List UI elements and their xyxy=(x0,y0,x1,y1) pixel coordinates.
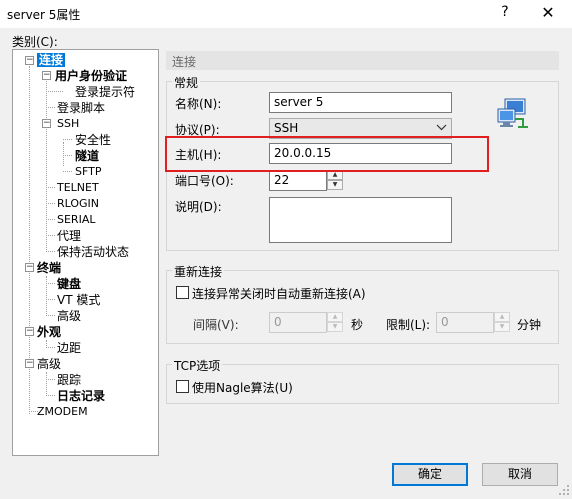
interval-field[interactable]: 0 xyxy=(269,312,327,333)
tree-item-tunnel[interactable]: 隧道 xyxy=(75,149,99,163)
tree-item-keyboard[interactable]: 键盘 xyxy=(57,277,81,291)
tree-item-ssh[interactable]: SSH xyxy=(57,117,79,131)
section-header: 连接 xyxy=(166,51,559,70)
tree-item-advanced[interactable]: 高级 xyxy=(37,357,61,371)
category-tree[interactable]: − 连接 − 用户身份验证 登录提示符 登录脚本 − SSH 安全性 隧道 SF… xyxy=(12,49,159,456)
limit-stepper[interactable]: ▲ ▼ xyxy=(494,312,510,333)
spin-down-icon[interactable]: ▼ xyxy=(327,180,343,190)
tree-item-logging[interactable]: 日志记录 xyxy=(57,389,105,403)
description-field[interactable] xyxy=(269,197,452,243)
spin-up-icon[interactable]: ▲ xyxy=(327,312,343,322)
nagle-label[interactable]: 使用Nagle算法(U) xyxy=(192,379,293,396)
tree-item-terminal[interactable]: 终端 xyxy=(37,261,61,275)
close-button[interactable]: ✕ xyxy=(537,3,559,22)
name-field[interactable]: server 5 xyxy=(269,92,452,113)
limit-field[interactable]: 0 xyxy=(436,312,494,333)
cancel-button[interactable]: 取消 xyxy=(482,463,558,486)
name-label: 名称(N): xyxy=(175,97,222,111)
collapse-icon[interactable]: − xyxy=(25,359,34,368)
tree-item-zmodem[interactable]: ZMODEM xyxy=(37,405,88,419)
resize-grip-icon[interactable] xyxy=(558,484,570,496)
tree-item-terminal-advanced[interactable]: 高级 xyxy=(57,309,81,323)
spin-down-icon[interactable]: ▼ xyxy=(327,322,343,332)
category-label: 类别(C): xyxy=(12,35,58,49)
port-stepper[interactable]: ▲ ▼ xyxy=(327,170,343,191)
auto-reconnect-label[interactable]: 连接异常关闭时自动重新连接(A) xyxy=(192,285,366,302)
help-button[interactable]: ? xyxy=(495,4,515,20)
tree-item-vt-mode[interactable]: VT 模式 xyxy=(57,293,100,307)
spin-down-icon[interactable]: ▼ xyxy=(494,322,510,332)
tree-item-login-prompt[interactable]: 登录提示符 xyxy=(75,85,135,99)
tree-item-trace[interactable]: 跟踪 xyxy=(57,373,81,387)
chevron-down-icon xyxy=(436,120,447,137)
description-label: 说明(D): xyxy=(175,200,222,214)
spin-up-icon[interactable]: ▲ xyxy=(494,312,510,322)
collapse-icon[interactable]: − xyxy=(42,71,51,80)
limit-label: 限制(L): xyxy=(386,318,431,332)
nagle-checkbox[interactable] xyxy=(176,380,189,393)
window-title: server 5属性 xyxy=(7,8,81,22)
protocol-value: SSH xyxy=(274,121,299,135)
collapse-icon[interactable]: − xyxy=(42,119,51,128)
tree-item-proxy[interactable]: 代理 xyxy=(57,229,81,243)
tree-item-login-script[interactable]: 登录脚本 xyxy=(57,101,105,115)
port-label: 端口号(O): xyxy=(175,174,234,188)
interval-unit: 秒 xyxy=(351,318,364,332)
limit-unit: 分钟 xyxy=(517,318,542,332)
collapse-icon[interactable]: − xyxy=(25,263,34,272)
auto-reconnect-checkbox[interactable] xyxy=(176,286,189,299)
tree-item-sftp[interactable]: SFTP xyxy=(75,165,101,179)
tree-item-user-auth[interactable]: 用户身份验证 xyxy=(55,69,127,83)
title-bar xyxy=(0,0,572,28)
tree-item-telnet[interactable]: TELNET xyxy=(57,181,99,195)
reconnect-group-title: 重新连接 xyxy=(172,263,225,280)
tree-item-margins[interactable]: 边距 xyxy=(57,341,81,355)
network-computer-icon xyxy=(496,97,530,136)
general-group-title: 常规 xyxy=(172,74,201,91)
tree-item-serial[interactable]: SERIAL xyxy=(57,213,95,227)
tree-item-security[interactable]: 安全性 xyxy=(75,133,111,147)
host-highlight-box xyxy=(165,136,489,172)
ok-button[interactable]: 确定 xyxy=(392,463,468,486)
collapse-icon[interactable]: − xyxy=(25,56,34,65)
tree-item-rlogin[interactable]: RLOGIN xyxy=(57,197,99,211)
collapse-icon[interactable]: − xyxy=(25,327,34,336)
tree-item-keepalive[interactable]: 保持活动状态 xyxy=(57,245,129,259)
port-field[interactable]: 22 xyxy=(269,170,327,191)
interval-stepper[interactable]: ▲ ▼ xyxy=(327,312,343,333)
tree-item-appearance[interactable]: 外观 xyxy=(37,325,61,339)
interval-label: 间隔(V): xyxy=(193,318,239,332)
tcp-group-title: TCP选项 xyxy=(172,357,223,374)
